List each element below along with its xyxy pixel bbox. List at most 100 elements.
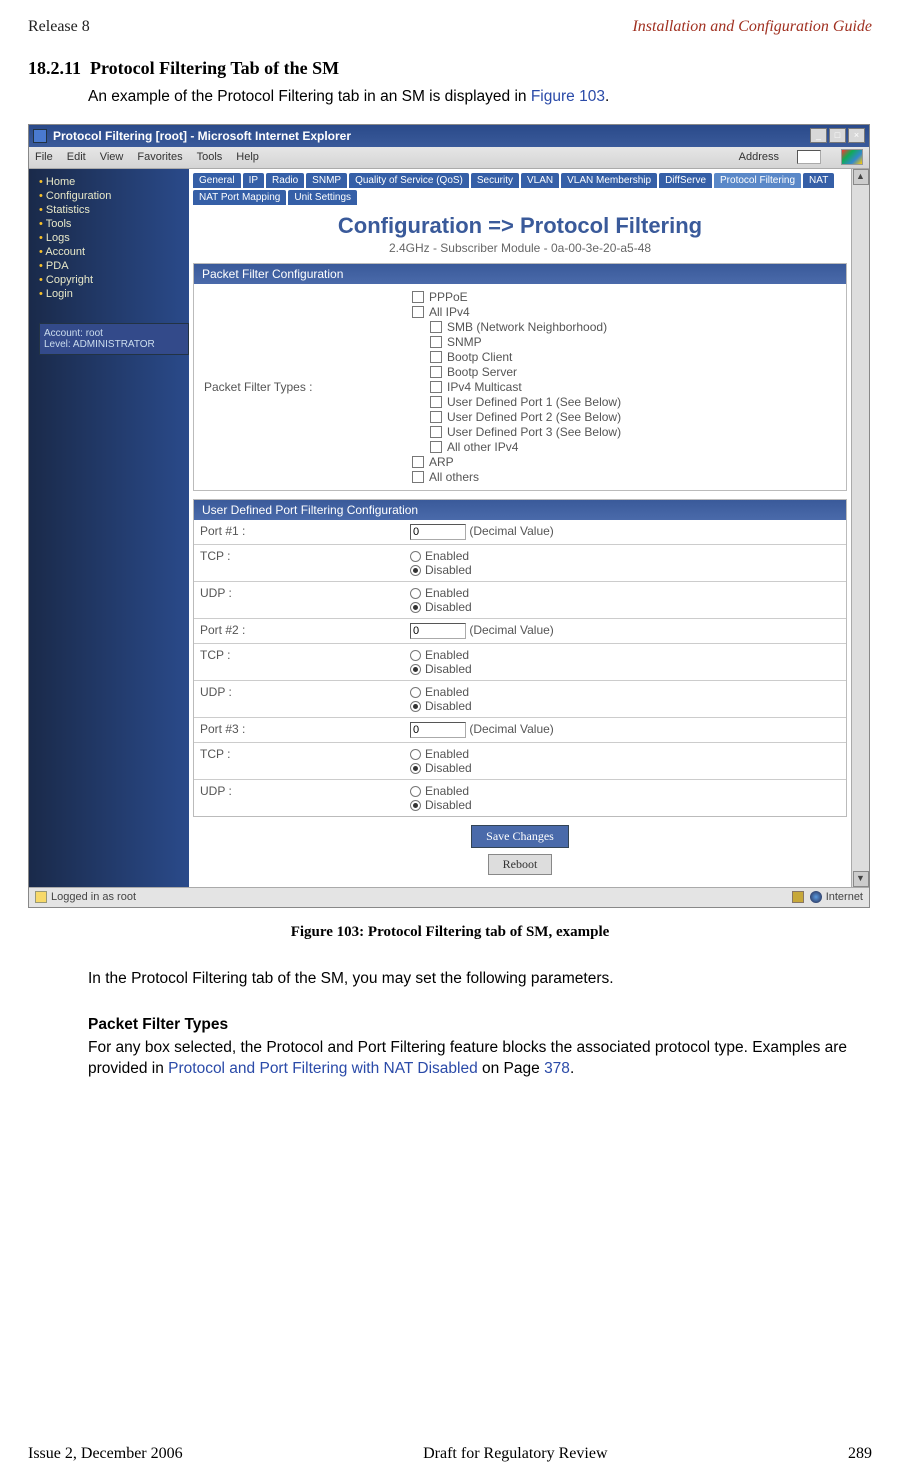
port-row-label: TCP : xyxy=(194,643,404,680)
port-row-value: EnabledDisabled xyxy=(404,680,846,717)
filter-checkbox-item: All IPv4 xyxy=(412,305,621,319)
port-row-value: EnabledDisabled xyxy=(404,544,846,581)
port-row-value: EnabledDisabled xyxy=(404,779,846,816)
save-changes-button[interactable]: Save Changes xyxy=(471,825,569,848)
radio-disabled[interactable] xyxy=(410,763,421,774)
radio-enabled-label: Enabled xyxy=(425,549,469,563)
window-titlebar: Protocol Filtering [root] - Microsoft In… xyxy=(29,125,869,147)
screenshot-container: Protocol Filtering [root] - Microsoft In… xyxy=(28,124,870,908)
tab-qos[interactable]: Quality of Service (QoS) xyxy=(349,173,469,188)
reboot-button[interactable]: Reboot xyxy=(488,854,553,875)
port-number-input[interactable] xyxy=(410,524,466,540)
checkbox-label: Bootp Client xyxy=(447,350,512,364)
checkbox[interactable] xyxy=(430,381,442,393)
sidebar-item-account[interactable]: Account xyxy=(39,245,189,259)
radio-disabled-label: Disabled xyxy=(425,600,472,614)
menu-view[interactable]: View xyxy=(100,151,124,163)
menu-edit[interactable]: Edit xyxy=(67,151,86,163)
checkbox[interactable] xyxy=(430,411,442,423)
checkbox[interactable] xyxy=(430,396,442,408)
radio-disabled[interactable] xyxy=(410,664,421,675)
menu-tools[interactable]: Tools xyxy=(197,151,223,163)
radio-enabled[interactable] xyxy=(410,551,421,562)
port-number-input[interactable] xyxy=(410,722,466,738)
checkbox[interactable] xyxy=(412,306,424,318)
filter-checkbox-item: Bootp Server xyxy=(430,365,621,379)
sidebar-item-copyright[interactable]: Copyright xyxy=(39,273,189,287)
tab-general[interactable]: General xyxy=(193,173,241,188)
checkbox[interactable] xyxy=(412,471,424,483)
menu-file[interactable]: File xyxy=(35,151,53,163)
checkbox-label: All IPv4 xyxy=(429,305,470,319)
filter-checkbox-item: SNMP xyxy=(430,335,621,349)
radio-enabled[interactable] xyxy=(410,687,421,698)
menu-help[interactable]: Help xyxy=(236,151,259,163)
section-heading: 18.2.11 Protocol Filtering Tab of the SM xyxy=(28,58,872,79)
tab-nat-port-mapping[interactable]: NAT Port Mapping xyxy=(193,190,286,205)
radio-enabled[interactable] xyxy=(410,588,421,599)
port-row-label: UDP : xyxy=(194,581,404,618)
tab-radio[interactable]: Radio xyxy=(266,173,304,188)
tab-nat[interactable]: NAT xyxy=(803,173,834,188)
checkbox[interactable] xyxy=(430,441,442,453)
port-row-label: TCP : xyxy=(194,544,404,581)
radio-enabled[interactable] xyxy=(410,749,421,760)
address-input[interactable] xyxy=(797,150,821,164)
maximize-button[interactable]: □ xyxy=(829,128,846,143)
tab-unit-settings[interactable]: Unit Settings xyxy=(288,190,357,205)
radio-disabled[interactable] xyxy=(410,800,421,811)
radio-enabled-label: Enabled xyxy=(425,648,469,662)
menu-bar: File Edit View Favorites Tools Help Addr… xyxy=(29,147,869,169)
tab-security[interactable]: Security xyxy=(471,173,519,188)
checkbox-label: All other IPv4 xyxy=(447,440,518,454)
tab-diffserve[interactable]: DiffServe xyxy=(659,173,712,188)
tab-vlan[interactable]: VLAN xyxy=(521,173,559,188)
globe-icon xyxy=(810,891,822,903)
checkbox[interactable] xyxy=(430,351,442,363)
tab-vlan-membership[interactable]: VLAN Membership xyxy=(561,173,657,188)
sidebar-item-login[interactable]: Login xyxy=(39,287,189,301)
scroll-up-icon[interactable]: ▲ xyxy=(853,169,869,185)
tab-ip[interactable]: IP xyxy=(243,173,264,188)
section-number: 18.2.11 xyxy=(28,58,81,78)
table-row: UDP :EnabledDisabled xyxy=(194,680,846,717)
scroll-down-icon[interactable]: ▼ xyxy=(853,871,869,887)
filter-checkbox-item: All others xyxy=(412,470,621,484)
checkbox-label: User Defined Port 2 (See Below) xyxy=(447,410,621,424)
decimal-value-label: (Decimal Value) xyxy=(466,524,554,538)
checkbox[interactable] xyxy=(430,366,442,378)
radio-enabled[interactable] xyxy=(410,650,421,661)
sidebar-item-home[interactable]: Home xyxy=(39,175,189,189)
checkbox[interactable] xyxy=(430,426,442,438)
sidebar-item-configuration[interactable]: Configuration xyxy=(39,189,189,203)
tab-strip: General IP Radio SNMP Quality of Service… xyxy=(193,173,847,205)
pft-page-link[interactable]: 378 xyxy=(544,1060,570,1077)
minimize-button[interactable]: _ xyxy=(810,128,827,143)
checkbox[interactable] xyxy=(412,456,424,468)
sidebar-item-logs[interactable]: Logs xyxy=(39,231,189,245)
checkbox[interactable] xyxy=(430,321,442,333)
checkbox[interactable] xyxy=(430,336,442,348)
tab-snmp[interactable]: SNMP xyxy=(306,173,347,188)
filter-checkbox-item: PPPoE xyxy=(412,290,621,304)
close-button[interactable]: × xyxy=(848,128,865,143)
sidebar-item-pda[interactable]: PDA xyxy=(39,259,189,273)
radio-disabled[interactable] xyxy=(410,565,421,576)
intro-text-1: An example of the Protocol Filtering tab… xyxy=(88,88,531,105)
menu-favorites[interactable]: Favorites xyxy=(137,151,182,163)
radio-disabled[interactable] xyxy=(410,602,421,613)
table-row: TCP :EnabledDisabled xyxy=(194,643,846,680)
checkbox[interactable] xyxy=(412,291,424,303)
sidebar-item-statistics[interactable]: Statistics xyxy=(39,203,189,217)
tab-protocol-filtering[interactable]: Protocol Filtering xyxy=(714,173,801,188)
figure-link[interactable]: Figure 103 xyxy=(531,88,605,105)
radio-disabled[interactable] xyxy=(410,701,421,712)
vertical-scrollbar[interactable]: ▲ ▼ xyxy=(851,169,869,887)
radio-enabled-label: Enabled xyxy=(425,784,469,798)
pft-link[interactable]: Protocol and Port Filtering with NAT Dis… xyxy=(168,1060,478,1077)
table-row: Port #2 : (Decimal Value) xyxy=(194,618,846,643)
checkbox-label: SNMP xyxy=(447,335,482,349)
sidebar-item-tools[interactable]: Tools xyxy=(39,217,189,231)
port-number-input[interactable] xyxy=(410,623,466,639)
radio-enabled[interactable] xyxy=(410,786,421,797)
